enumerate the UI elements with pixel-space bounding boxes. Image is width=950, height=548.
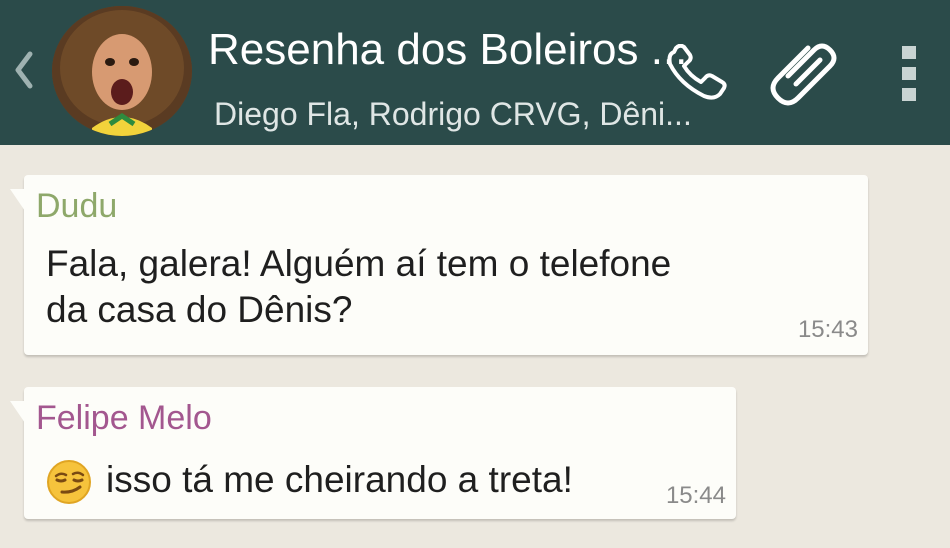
smirk-face-emoji-icon — [46, 459, 92, 505]
message-sender: Dudu — [36, 187, 118, 225]
attach-clip-icon[interactable] — [766, 36, 840, 106]
overflow-menu-icon[interactable] — [898, 44, 922, 104]
message-bubble[interactable]: Dudu Fala, galera! Alguém aí tem o telef… — [10, 175, 868, 355]
message-text: Fala, galera! Alguém aí tem o telefone d… — [46, 241, 671, 333]
message-line: Fala, galera! Alguém aí tem o telefone — [46, 243, 672, 284]
message-line: da casa do Dênis? — [46, 289, 353, 330]
message-time: 15:44 — [665, 482, 726, 509]
chat-header: Resenha dos Boleiros ... Diego Fla, Rodr… — [0, 0, 950, 145]
message-bubble[interactable]: Felipe Melo isso tá me cheirando a treta… — [10, 387, 736, 519]
avatar[interactable] — [52, 6, 192, 136]
message-time: 15:43 — [797, 316, 858, 343]
message-sender: Felipe Melo — [36, 399, 212, 437]
chat-area[interactable]: Dudu Fala, galera! Alguém aí tem o telef… — [0, 145, 950, 548]
back-chevron-icon[interactable] — [10, 40, 36, 100]
call-icon[interactable] — [664, 43, 736, 102]
message-text: isso tá me cheirando a treta! — [106, 459, 573, 500]
